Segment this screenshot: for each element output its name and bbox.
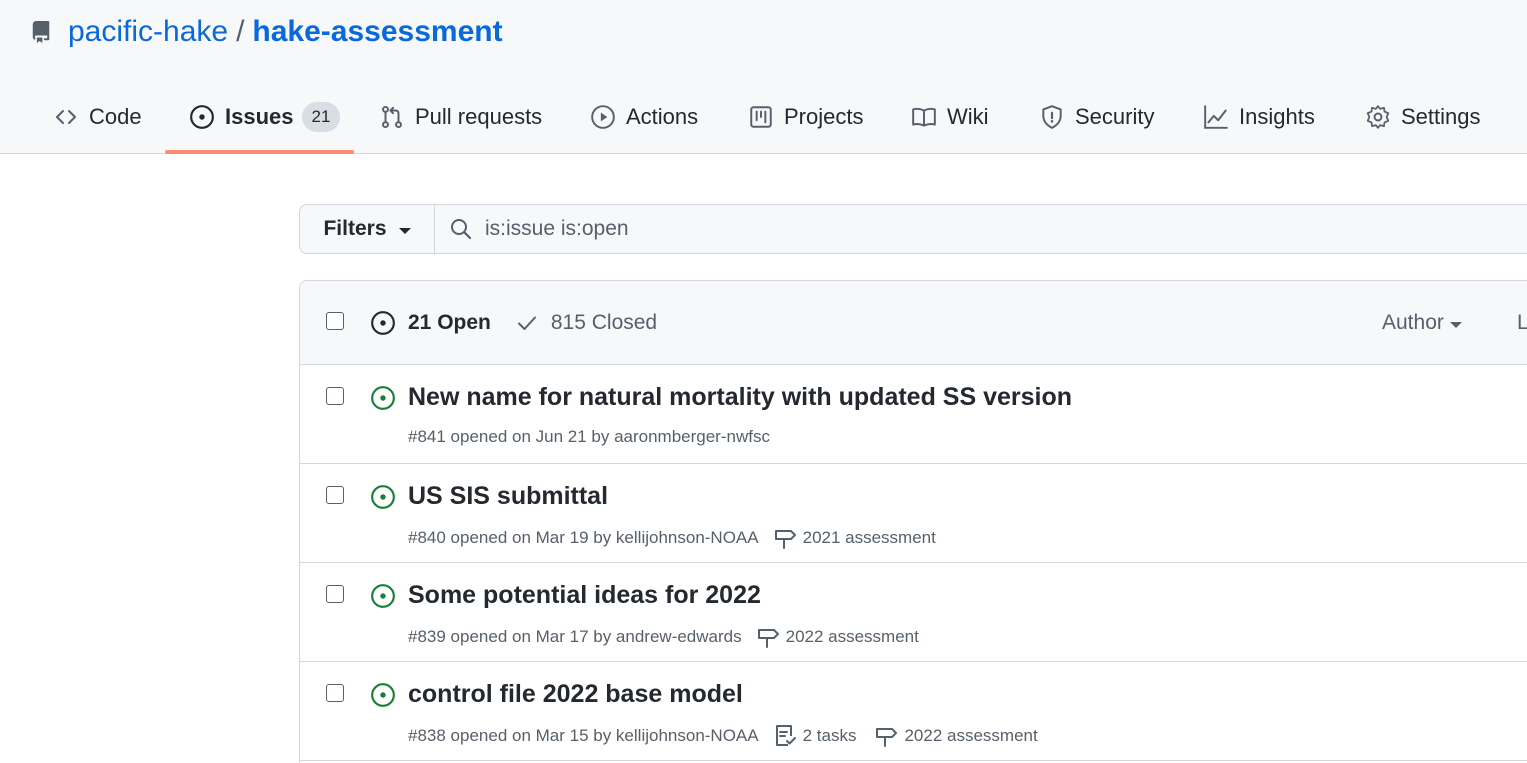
- git-pull-request-icon: [379, 104, 405, 130]
- tab-label: Code: [89, 104, 142, 129]
- issue-open-status-icon: [370, 682, 396, 713]
- gear-icon: [1365, 104, 1391, 130]
- issues-count-badge: 21: [301, 102, 341, 132]
- tab-settings[interactable]: Settings: [1365, 82, 1481, 152]
- tab-label: Insights: [1239, 104, 1315, 129]
- issue-checkbox[interactable]: [326, 486, 344, 504]
- issue-title-link[interactable]: control file 2022 base model: [408, 680, 743, 709]
- tab-wiki[interactable]: Wiki: [911, 82, 989, 152]
- milestone-label: 2022 assessment: [904, 726, 1038, 745]
- issue-opened-icon: [189, 104, 215, 130]
- open-count-label: 21 Open: [408, 311, 491, 334]
- issue-checkbox[interactable]: [326, 387, 344, 405]
- repo-header: pacific-hake / hake-assessment Code Issu…: [0, 0, 1527, 154]
- issue-row: control file 2022 base model #838 opened…: [300, 662, 1527, 761]
- shield-icon: [1039, 104, 1065, 130]
- author-filter-label: Author: [1382, 311, 1444, 334]
- tab-label: Settings: [1401, 104, 1481, 129]
- play-icon: [590, 104, 616, 130]
- graph-icon: [1203, 104, 1229, 130]
- repo-name-link[interactable]: hake-assessment: [252, 15, 502, 49]
- selected-tab-indicator: [165, 150, 354, 154]
- milestone-label: 2022 assessment: [785, 627, 919, 646]
- issue-opened-icon: [370, 310, 396, 336]
- issue-opened-info: #841 opened on Jun 21 by aaronmberger-nw…: [408, 427, 770, 446]
- issue-opened-info: #839 opened on Mar 17 by andrew-edwards: [408, 627, 742, 646]
- tab-label: Security: [1075, 104, 1155, 129]
- issue-title-link[interactable]: New name for natural mortality with upda…: [408, 383, 1072, 412]
- tab-label: Projects: [784, 104, 864, 129]
- closed-count-label: 815 Closed: [550, 311, 658, 334]
- project-icon: [748, 104, 774, 130]
- issue-open-status-icon: [370, 583, 396, 614]
- tab-code[interactable]: Code: [53, 82, 142, 152]
- tab-label: Issues: [225, 104, 294, 129]
- milestone-icon: [874, 724, 898, 748]
- book-icon: [911, 104, 937, 130]
- issue-row: Some potential ideas for 2022 #839 opene…: [300, 563, 1527, 662]
- issue-row: New name for natural mortality with upda…: [300, 365, 1527, 464]
- label-filter-label: L: [1517, 311, 1527, 334]
- milestone-label: 2021 assessment: [802, 528, 936, 547]
- issue-title-link[interactable]: Some potential ideas for 2022: [408, 581, 761, 610]
- filters-label: Filters: [323, 217, 387, 240]
- search-icon: [449, 217, 473, 241]
- tab-label: Actions: [626, 104, 699, 129]
- author-filter-dropdown[interactable]: Author: [1382, 311, 1462, 335]
- code-icon: [53, 104, 79, 130]
- issue-checkbox[interactable]: [326, 684, 344, 702]
- issue-checkbox[interactable]: [326, 585, 344, 603]
- tab-label: Pull requests: [415, 104, 543, 129]
- milestone-icon: [756, 625, 780, 649]
- milestone-link[interactable]: 2022 assessment: [756, 625, 919, 649]
- tab-actions[interactable]: Actions: [590, 82, 698, 152]
- issue-opened-info: #838 opened on Mar 15 by kellijohnson-NO…: [408, 726, 759, 745]
- tab-security[interactable]: Security: [1039, 82, 1154, 152]
- caret-down-icon: [398, 227, 411, 234]
- open-issues-toggle[interactable]: 21 Open: [370, 310, 491, 336]
- filters-dropdown-button[interactable]: Filters: [300, 205, 435, 253]
- tab-issues[interactable]: Issues 21: [189, 82, 341, 152]
- milestone-icon: [773, 526, 797, 550]
- repo-owner-link[interactable]: pacific-hake: [68, 15, 228, 49]
- issue-open-status-icon: [370, 484, 396, 515]
- issues-filter-bar: Filters: [299, 204, 1527, 254]
- repo-nav-tabs: Code Issues 21 Pull requests Actions Pro…: [0, 82, 1527, 154]
- checklist-icon: [773, 724, 797, 748]
- tasks-progress: 2 tasks: [773, 724, 857, 748]
- issue-title-link[interactable]: US SIS submittal: [408, 482, 608, 511]
- issue-open-status-icon: [370, 385, 396, 416]
- select-all-checkbox[interactable]: [326, 312, 344, 330]
- state-toggles: 21 Open 815 Closed: [370, 310, 657, 336]
- tab-projects[interactable]: Projects: [748, 82, 863, 152]
- issue-opened-info: #840 opened on Mar 19 by kellijohnson-NO…: [408, 528, 759, 547]
- milestone-link[interactable]: 2022 assessment: [874, 724, 1038, 748]
- repo-title: pacific-hake / hake-assessment: [30, 12, 503, 52]
- issues-list: 21 Open 815 Closed Author L New name for…: [299, 280, 1527, 763]
- search-wrap: [435, 205, 1527, 253]
- milestone-link[interactable]: 2021 assessment: [773, 526, 936, 550]
- issues-list-header: 21 Open 815 Closed Author L: [300, 281, 1527, 365]
- label-filter-dropdown[interactable]: L: [1517, 311, 1527, 335]
- issue-row: US SIS submittal #840 opened on Mar 19 b…: [300, 464, 1527, 563]
- tab-insights[interactable]: Insights: [1203, 82, 1315, 152]
- issue-meta: #838 opened on Mar 15 by kellijohnson-NO…: [408, 724, 1038, 748]
- tab-pull-requests[interactable]: Pull requests: [379, 82, 542, 152]
- closed-issues-toggle[interactable]: 815 Closed: [515, 311, 657, 335]
- issues-search-input[interactable]: [485, 217, 1385, 241]
- path-separator: /: [236, 15, 245, 48]
- check-icon: [515, 311, 539, 335]
- issue-meta: #839 opened on Mar 17 by andrew-edwards …: [408, 625, 919, 649]
- caret-down-icon: [1449, 321, 1462, 328]
- issue-meta: #840 opened on Mar 19 by kellijohnson-NO…: [408, 526, 936, 550]
- tasks-label: 2 tasks: [802, 726, 857, 745]
- issue-meta: #841 opened on Jun 21 by aaronmberger-nw…: [408, 427, 770, 447]
- repo-icon: [30, 19, 52, 45]
- tab-label: Wiki: [947, 104, 989, 129]
